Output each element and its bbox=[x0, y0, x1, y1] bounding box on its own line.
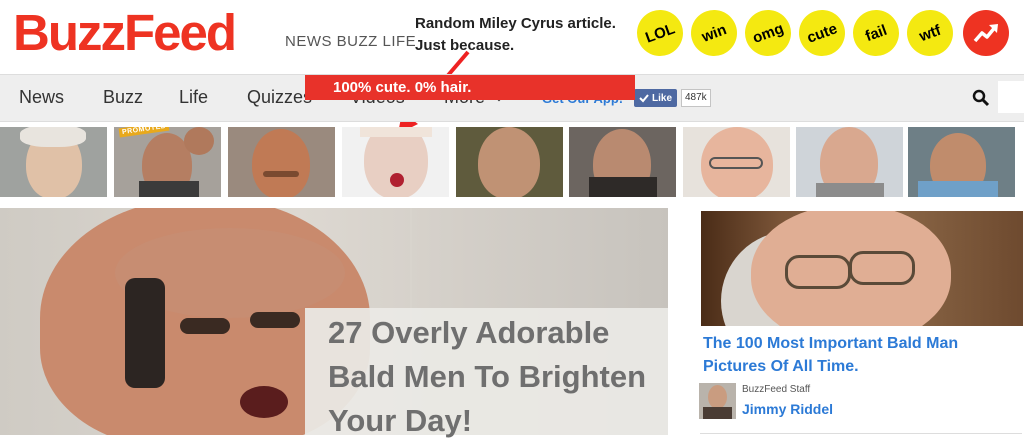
badge-win[interactable]: win bbox=[684, 3, 744, 63]
thumbnail-6[interactable] bbox=[569, 127, 676, 197]
sidebar-divider bbox=[700, 433, 1022, 434]
hero-title[interactable]: 27 Overly Adorable Bald Men To Brighten … bbox=[328, 311, 658, 443]
nav-item-buzz[interactable]: Buzz bbox=[103, 87, 143, 108]
sidebar-article-title[interactable]: The 100 Most Important Bald Man Pictures… bbox=[703, 332, 1003, 378]
sidebar-article-image[interactable] bbox=[701, 211, 1023, 326]
badge-cute[interactable]: cute bbox=[792, 3, 852, 63]
badge-fail[interactable]: fail bbox=[846, 3, 906, 63]
thumbnail-7[interactable] bbox=[683, 127, 790, 197]
search-input[interactable] bbox=[998, 81, 1024, 113]
hero-label: 100% cute. 0% hair. bbox=[305, 75, 635, 100]
thumbnail-5[interactable] bbox=[456, 127, 563, 197]
callout-line-1: Random Miley Cyrus article. bbox=[415, 15, 616, 32]
thumbnail-3[interactable] bbox=[228, 127, 335, 197]
facebook-like-button[interactable]: Like bbox=[634, 89, 678, 107]
thumbnail-1[interactable] bbox=[0, 127, 107, 197]
thumbnail-9[interactable] bbox=[908, 127, 1015, 197]
author-role: BuzzFeed Staff bbox=[742, 384, 811, 395]
thumbnail-4[interactable] bbox=[342, 127, 449, 197]
thumbnail-strip: PROMOTED bbox=[0, 127, 1024, 197]
nav-item-news[interactable]: News bbox=[19, 87, 64, 108]
buzzfeed-logo[interactable]: BuzzFeed bbox=[13, 3, 237, 63]
nav-item-quizzes[interactable]: Quizzes bbox=[247, 87, 312, 108]
nav-item-life[interactable]: Life bbox=[179, 87, 208, 108]
thumbs-up-icon bbox=[639, 94, 649, 103]
author-avatar[interactable] bbox=[699, 383, 736, 419]
search-icon[interactable] bbox=[972, 89, 990, 107]
thumbnail-2-promoted[interactable]: PROMOTED bbox=[114, 127, 221, 197]
hero-image bbox=[0, 208, 370, 435]
badge-omg[interactable]: omg bbox=[738, 3, 798, 63]
like-count: 487k bbox=[681, 89, 711, 107]
site-header: BuzzFeed NEWS BUZZ LIFE Random Miley Cyr… bbox=[0, 0, 1024, 134]
like-label: Like bbox=[652, 92, 673, 104]
author-name[interactable]: Jimmy Riddel bbox=[742, 401, 833, 417]
badge-wtf[interactable]: wtf bbox=[900, 3, 960, 63]
thumbnail-8[interactable] bbox=[796, 127, 903, 197]
trending-arrow-icon[interactable] bbox=[963, 10, 1009, 56]
